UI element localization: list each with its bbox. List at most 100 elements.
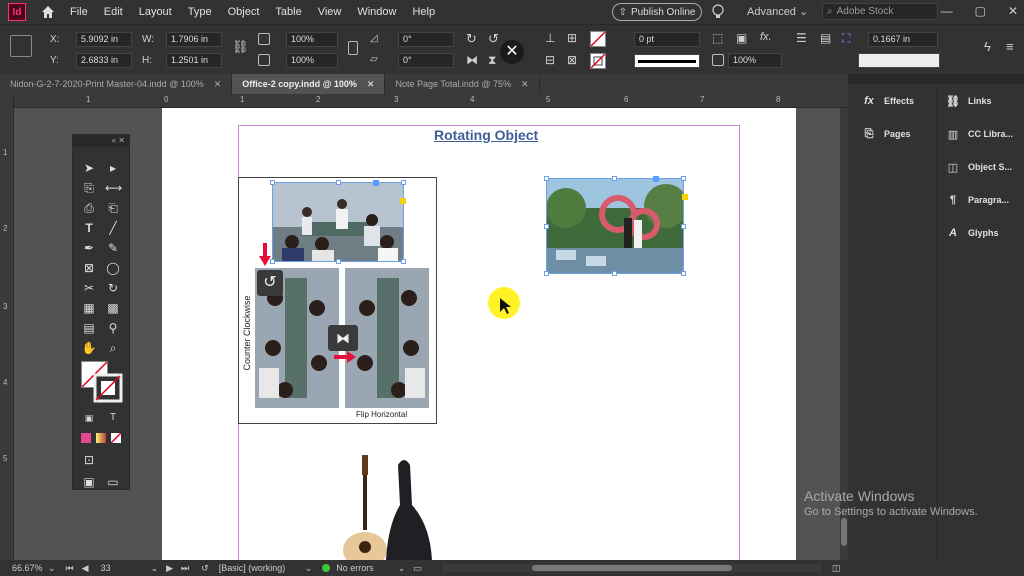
pencil-tool-icon[interactable]: ✎ [105, 241, 121, 255]
opacity-field[interactable]: 100% [728, 53, 782, 68]
stroke-type-picker[interactable] [634, 54, 700, 68]
indesign-app-icon[interactable]: Id [8, 3, 26, 21]
hand-tool-icon[interactable]: ✋ [81, 341, 97, 355]
rotate-angle-field[interactable]: 0° [398, 32, 454, 47]
constrain-link-icon[interactable]: ⛓ [232, 39, 249, 55]
reference-offset-field[interactable]: 0.1667 in [868, 32, 938, 47]
scrollbar-thumb[interactable] [531, 565, 732, 571]
resize-handle[interactable] [401, 180, 406, 185]
presentation-mode-icon[interactable]: ▭ [105, 475, 121, 489]
type-tool-icon[interactable]: T [81, 221, 97, 235]
menu-help[interactable]: Help [412, 6, 435, 18]
tab-close-icon[interactable]: ✕ [521, 79, 529, 90]
panel-menu-icon[interactable]: ≡ [1006, 39, 1014, 54]
first-page-icon[interactable]: ⏮ [66, 563, 74, 574]
eyedropper-tool-icon[interactable]: ⚲ [105, 321, 121, 335]
scissors-tool-icon[interactable]: ✂ [81, 281, 97, 295]
close-overlay-icon[interactable]: ✕ [500, 40, 524, 64]
apply-gradient-icon[interactable] [96, 433, 106, 443]
tab-nidon[interactable]: Nidon-G-2-7-2020-Print Master-04.indd @ … [0, 74, 233, 94]
fill-swatch-icon[interactable] [590, 31, 606, 47]
panel-cc-libraries[interactable]: ▥ CC Libra... [946, 128, 1013, 141]
stroke-weight-field[interactable]: 0 pt [634, 32, 700, 47]
lightbulb-icon[interactable] [712, 4, 724, 20]
resize-handle[interactable] [681, 271, 686, 276]
distribute-icon[interactable]: ⊟ [545, 53, 555, 67]
rectangle-frame-tool-icon[interactable]: ⊠ [81, 261, 97, 275]
apply-color-icon[interactable] [81, 433, 91, 443]
resize-handle[interactable] [401, 259, 406, 264]
document-title[interactable]: Rotating Object [434, 127, 538, 143]
tools-panel-header[interactable]: « ✕ [73, 135, 129, 147]
tab-note-page-total[interactable]: Note Page Total.indd @ 75% ✕ [385, 74, 540, 94]
guitar-image[interactable] [338, 455, 438, 560]
gap-tool-icon[interactable]: ⟷ [105, 181, 122, 195]
formatting-container-icon[interactable]: ▣ [81, 411, 97, 425]
tab-close-icon[interactable]: ✕ [367, 79, 375, 90]
note-tool-icon[interactable]: ▤ [81, 321, 97, 335]
chevron-down-icon[interactable]: ⌄ [305, 563, 313, 574]
scrollbar-thumb[interactable] [841, 518, 847, 546]
effects-fx-icon[interactable]: fx. [760, 31, 772, 43]
x-field[interactable]: 5.9092 in [76, 32, 132, 47]
horizontal-ruler[interactable]: 1 0 1 2 3 4 5 6 7 8 [14, 94, 848, 108]
resize-handle[interactable] [270, 180, 275, 185]
collapse-icon[interactable]: « [112, 136, 116, 145]
rotate-ccw-icon[interactable]: ↺ [488, 31, 499, 47]
home-icon[interactable] [40, 4, 56, 20]
horizontal-scrollbar[interactable] [441, 564, 822, 572]
panel-pages[interactable]: ⎘ Pages [862, 128, 911, 140]
menu-view[interactable]: View [318, 6, 342, 18]
preflight-profile[interactable]: [Basic] (working) [219, 563, 305, 573]
page-number-field[interactable]: 33 [101, 563, 151, 573]
last-page-icon[interactable]: ⏭ [181, 563, 189, 574]
chevron-down-icon[interactable]: ⌄ [151, 563, 159, 574]
panel-effects[interactable]: fx Effects [862, 95, 914, 107]
preflight-status[interactable]: No errors [336, 563, 374, 573]
publish-online-button[interactable]: ⇧ Publish Online [612, 3, 702, 21]
auto-fit-icon[interactable]: ⛶ [842, 31, 850, 46]
menu-type[interactable]: Type [188, 6, 212, 18]
reference-point-icon[interactable] [10, 35, 32, 57]
direct-selection-tool-icon[interactable]: ▸ [105, 161, 121, 175]
resize-handle[interactable] [336, 259, 341, 264]
resize-handle[interactable] [612, 176, 617, 181]
resize-handle[interactable] [336, 180, 341, 185]
chevron-down-icon[interactable]: ⌄ [398, 563, 406, 574]
distribute-center-icon[interactable]: ⊠ [567, 53, 577, 67]
y-field[interactable]: 2.6833 in [76, 53, 132, 68]
selection-tool-icon[interactable]: ➤ [81, 161, 97, 175]
open-page-icon[interactable]: ▭ [413, 563, 422, 574]
next-page-icon[interactable]: ▶ [166, 563, 173, 574]
line-tool-icon[interactable]: ╱ [105, 221, 121, 235]
center-handle[interactable] [653, 176, 659, 182]
minimize-icon[interactable]: — [941, 4, 953, 18]
rotate-tool-icon[interactable]: ↻ [105, 281, 121, 295]
menu-edit[interactable]: Edit [104, 6, 123, 18]
resize-handle[interactable] [681, 224, 686, 229]
center-handle[interactable] [373, 180, 379, 186]
panel-dock-header[interactable] [848, 74, 1024, 84]
resize-handle[interactable] [544, 176, 549, 181]
gradient-feather-tool-icon[interactable]: ▩ [105, 301, 121, 315]
close-icon[interactable]: ✕ [118, 136, 125, 145]
zoom-tool-icon[interactable]: ⌕ [105, 341, 121, 355]
zoom-level-field[interactable]: 66.67% [12, 563, 46, 573]
fill-stroke-swatches-icon[interactable] [81, 361, 125, 403]
scale-x-field[interactable]: 100% [286, 32, 338, 47]
panel-paragraph-styles[interactable]: ¶ Paragra... [946, 194, 1009, 206]
anchor-handle[interactable] [682, 194, 688, 200]
menu-object[interactable]: Object [228, 6, 260, 18]
resize-handle[interactable] [544, 271, 549, 276]
ellipse-tool-icon[interactable]: ◯ [105, 261, 121, 275]
gradient-swatch-tool-icon[interactable]: ▦ [81, 301, 97, 315]
screen-mode-icon[interactable]: ▣ [81, 475, 97, 489]
object-style-field[interactable] [858, 53, 940, 68]
vertical-ruler[interactable]: 1 2 3 4 5 [0, 94, 14, 560]
chevron-down-icon[interactable]: ⌄ [48, 563, 56, 574]
panel-object-styles[interactable]: ◫ Object S... [946, 161, 1012, 174]
split-window-icon[interactable]: ◫ [832, 563, 841, 574]
panel-links[interactable]: ⛓ Links [946, 95, 992, 108]
menu-window[interactable]: Window [357, 6, 396, 18]
w-field[interactable]: 1.7906 in [166, 32, 222, 47]
